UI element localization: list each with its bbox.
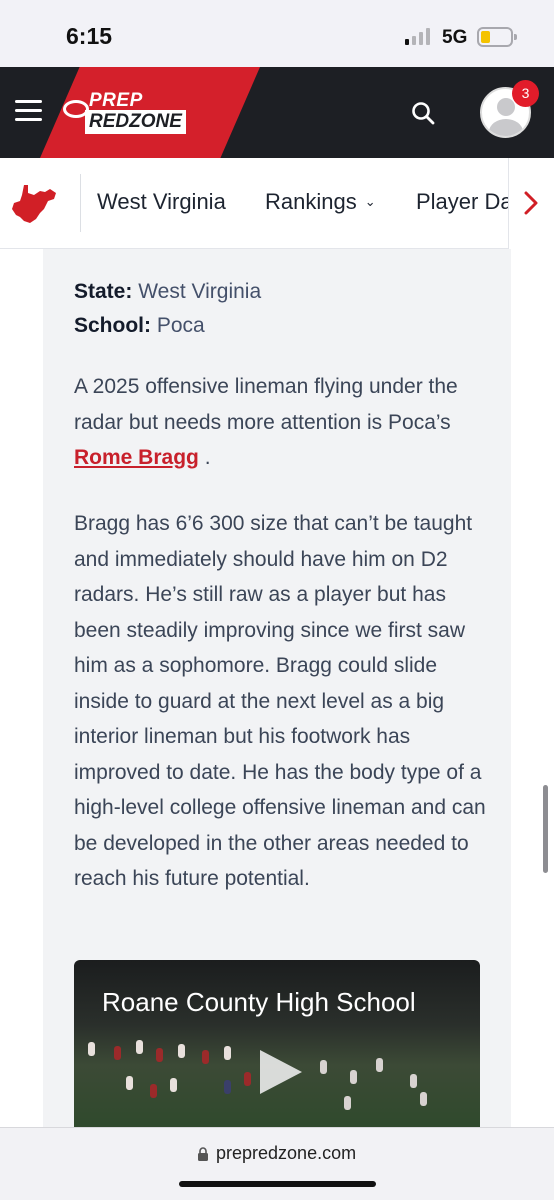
video-title: Roane County High School — [102, 987, 416, 1017]
state-value: West Virginia — [132, 280, 262, 303]
nav-label: West Virginia — [97, 189, 226, 214]
school-meta: School: Poca — [74, 314, 205, 338]
url-text[interactable]: prepredzone.com — [216, 1143, 356, 1164]
play-icon[interactable] — [260, 1050, 302, 1094]
school-label: School: — [74, 314, 151, 337]
hamburger-icon[interactable] — [15, 100, 42, 122]
logo-line2: REDZONE — [85, 110, 186, 134]
logo-line1: PREP — [89, 90, 143, 111]
nav-label: Player Da — [416, 189, 513, 214]
home-indicator — [179, 1181, 376, 1187]
video-player[interactable]: Roane County High School — [74, 960, 480, 1130]
chevron-right-icon — [524, 191, 538, 215]
nav-item-player-database[interactable]: Player Da — [416, 189, 513, 215]
article-paragraph-2: Bragg has 6’6 300 size that can’t be tau… — [74, 512, 486, 890]
state-meta: State: West Virginia — [74, 280, 261, 304]
search-icon[interactable] — [411, 101, 435, 125]
article-paragraph-1: A 2025 offensive lineman flying under th… — [74, 369, 494, 476]
scrollbar-thumb[interactable] — [543, 785, 548, 873]
status-bar: 6:15 5G — [0, 0, 554, 67]
nav-label: Rankings — [265, 189, 357, 214]
west-virginia-map-icon[interactable] — [10, 183, 58, 225]
battery-icon — [477, 27, 517, 47]
nav-scroll-right-button[interactable] — [508, 158, 554, 249]
paragraph-text: A 2025 offensive lineman flying under th… — [74, 375, 458, 434]
nav-divider — [80, 174, 81, 232]
signal-icon — [405, 27, 430, 45]
notification-badge[interactable]: 3 — [512, 80, 539, 107]
state-label: State: — [74, 280, 133, 303]
chevron-down-icon: ⌄ — [364, 194, 376, 209]
status-time: 6:15 — [66, 23, 113, 49]
athlete-link-rome-bragg[interactable]: Rome Bragg — [74, 446, 199, 469]
site-logo[interactable]: PREP REDZONE — [63, 88, 197, 138]
lock-icon — [198, 1147, 208, 1161]
nav-item-rankings[interactable]: Rankings ⌄ — [265, 189, 376, 215]
nav-item-west-virginia[interactable]: West Virginia — [97, 189, 226, 215]
network-type: 5G — [442, 27, 468, 48]
paragraph-text: . — [198, 446, 211, 469]
school-value: Poca — [151, 314, 205, 337]
